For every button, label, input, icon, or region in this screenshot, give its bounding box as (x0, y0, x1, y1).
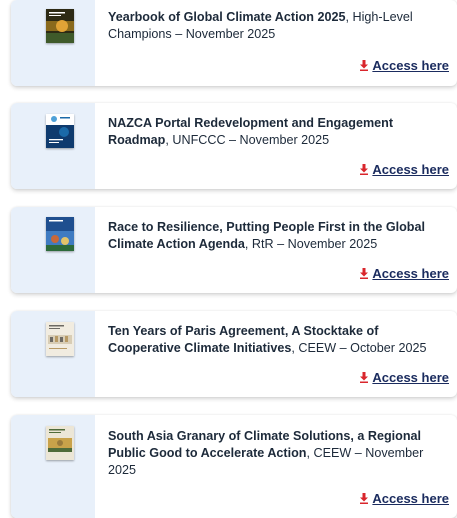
access-here-link[interactable]: Access here (359, 491, 449, 506)
cover-thumbnail[interactable] (46, 426, 74, 460)
publication-card: Race to Resilience, Putting People First… (11, 207, 457, 293)
title-meta: , RtR – November 2025 (244, 237, 378, 251)
download-icon (360, 164, 369, 175)
cover-thumbnail[interactable] (46, 322, 74, 356)
cover-panel (11, 103, 95, 189)
access-here-link[interactable]: Access here (359, 370, 449, 385)
cover-panel (11, 311, 95, 397)
cover-thumbnail[interactable] (46, 217, 74, 251)
publication-card: NAZCA Portal Redevelopment and Engagemen… (11, 103, 457, 189)
publication-title: Yearbook of Global Climate Action 2025, … (108, 9, 449, 43)
publication-card: Ten Years of Paris Agreement, A Stocktak… (11, 311, 457, 397)
cover-panel (11, 207, 95, 293)
publication-card: Yearbook of Global Climate Action 2025, … (11, 0, 457, 86)
cover-panel (11, 0, 95, 86)
publication-title: South Asia Granary of Climate Solutions,… (108, 428, 449, 479)
publication-title: NAZCA Portal Redevelopment and Engagemen… (108, 115, 449, 149)
access-here-link[interactable]: Access here (359, 58, 449, 73)
cover-panel (11, 415, 95, 518)
publication-title: Race to Resilience, Putting People First… (108, 219, 449, 253)
cover-thumbnail[interactable] (46, 114, 74, 148)
download-icon (360, 493, 369, 504)
cover-thumbnail[interactable] (46, 9, 74, 43)
access-label: Access here (372, 162, 449, 177)
download-icon (360, 372, 369, 383)
access-label: Access here (372, 266, 449, 281)
access-label: Access here (372, 58, 449, 73)
access-here-link[interactable]: Access here (359, 162, 449, 177)
title-bold[interactable]: Yearbook of Global Climate Action 2025 (108, 10, 345, 24)
access-label: Access here (372, 370, 449, 385)
publication-title: Ten Years of Paris Agreement, A Stocktak… (108, 323, 449, 357)
publication-card: South Asia Granary of Climate Solutions,… (11, 415, 457, 518)
access-label: Access here (372, 491, 449, 506)
access-here-link[interactable]: Access here (359, 266, 449, 281)
download-icon (360, 60, 369, 71)
title-meta: , CEEW – October 2025 (291, 341, 427, 355)
title-meta: , UNFCCC – November 2025 (165, 133, 330, 147)
download-icon (360, 268, 369, 279)
